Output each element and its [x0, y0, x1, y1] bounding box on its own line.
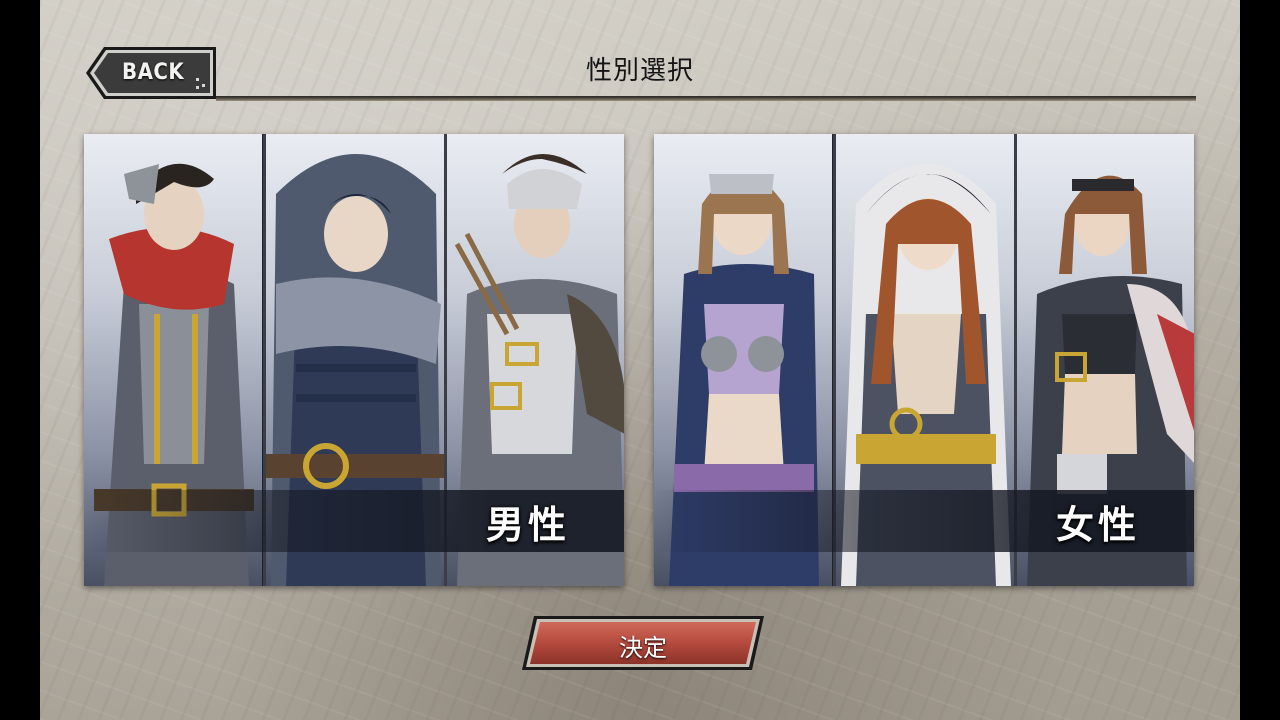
- male-option-panel[interactable]: 男性: [84, 134, 624, 586]
- female-option-panel[interactable]: 女性: [654, 134, 1194, 586]
- header-divider: [216, 96, 1196, 101]
- game-screen: BACK 性別選択 男性 女性 決定: [40, 0, 1240, 720]
- page-title: 性別選択: [585, 56, 694, 86]
- male-label: 男性: [486, 503, 571, 547]
- confirm-label: 決定: [619, 634, 667, 662]
- female-label: 女性: [1056, 503, 1141, 547]
- confirm-button[interactable]: 決定: [520, 614, 766, 672]
